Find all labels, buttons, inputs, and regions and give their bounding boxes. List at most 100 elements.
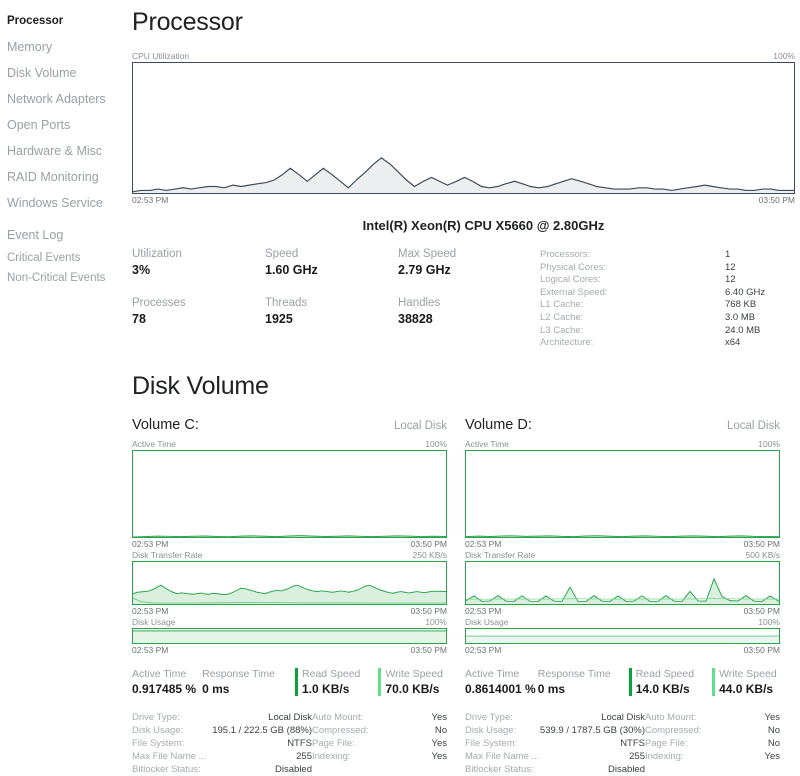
chart-header: Disk Transfer Rate250 KB/s [132,550,447,560]
detail-key: Processors: [540,249,725,262]
chart-start-time: 02:53 PM [132,645,168,656]
chart-footer: 02:53 PM 03:50 PM [465,606,780,617]
stat-value: 3% [132,262,265,279]
cpu-area [133,158,794,193]
volume-card-c: Volume C: Local Disk Active Time 100% 02:… [132,417,447,776]
speed-label: Active Time [132,667,196,681]
speed-active-time: Active Time 0.917485 % [132,667,196,697]
chart-max-label: 100% [773,51,795,61]
read-speed-indicator [295,668,298,696]
chart-end-time: 03:50 PM [411,645,447,656]
stat-value: 2.79 GHz [398,262,531,279]
detail-key: Disk Usage: [465,724,516,737]
detail-key: Auto Mount: [312,711,363,724]
speed-value: 0.917485 % [132,681,196,697]
chart-max-label: 100% [425,617,447,627]
detail-value: Yes [432,750,448,763]
detail-key: Compressed: [312,724,369,737]
detail-value: Local Disk [601,711,645,724]
details-left-column: Drive Type:Local Disk Disk Usage:539.9 /… [465,711,645,776]
chart-footer: 02:53 PM03:50 PM [465,645,780,656]
volume-d-active-time-svg [466,451,779,537]
chart-footer: 02:53 PM 03:50 PM [132,195,795,206]
sidebar-item-disk-volume[interactable]: Disk Volume [0,60,125,86]
chart-label: Disk Usage [132,617,175,627]
sidebar-item-windows-service[interactable]: Windows Service [0,190,125,216]
detail-row: Bitlocker Status: Disabled [465,763,645,776]
detail-value: x64 [725,337,740,350]
detail-row: Disk Usage:539.9 / 1787.5 GB (30%) [465,724,645,737]
volume-d-active-time-plot [465,450,780,538]
detail-value: 3.0 MB [725,312,755,325]
detail-value: 768 KB [725,299,756,312]
speed-value: 44.0 KB/s [719,681,777,697]
speed-write: Write Speed 70.0 KB/s [378,667,443,697]
chart-start-time: 02:53 PM [465,606,501,617]
volume-c-active-time-plot [132,450,447,538]
volume-d-speed-row: Active Time 0.8614001 % Response Time 0 … [465,667,780,697]
cpu-utilization-chart: CPU Utilization 100% 02:53 PM 03:50 PM [132,51,795,206]
speed-label: Read Speed [636,667,694,681]
detail-value: 255 [629,750,645,763]
volume-name: Volume C: [132,417,199,433]
detail-value: Yes [765,711,781,724]
stat-utilization: Utilization 3% [132,247,265,279]
app-window: ⎣ Processor Memory Disk Volume Network A… [0,0,800,776]
detail-key: File System: [465,737,517,750]
sidebar-item-critical-events[interactable]: Critical Events [0,248,125,268]
detail-key: L1 Cache: [540,299,725,312]
chart-max-label: 100% [758,617,780,627]
detail-key: Physical Cores: [540,262,725,275]
detail-key: Indexing: [312,750,351,763]
sidebar-item-open-ports[interactable]: Open Ports [0,112,125,138]
sidebar-item-processor[interactable]: Processor [0,8,125,34]
sidebar-item-label: Network Adapters [7,92,106,106]
page-title: Processor [132,8,795,37]
sidebar-item-network-adapters[interactable]: Network Adapters [0,86,125,112]
detail-key: Auto Mount: [645,711,696,724]
stat-speed: Speed 1.60 GHz [265,247,398,279]
sidebar-item-hardware-misc[interactable]: Hardware & Misc [0,138,125,164]
detail-value: NTFS [620,737,645,750]
disk-volume-title: Disk Volume [132,372,795,401]
stat-value: 38828 [398,311,531,328]
chart-plot-area [132,62,795,194]
sidebar-item-event-log[interactable]: Event Log [0,222,125,248]
stat-label: Max Speed [398,247,531,262]
detail-value: Local Disk [268,711,312,724]
volume-d-transfer-rate-plot [465,561,780,605]
chart-footer: 02:53 PM03:50 PM [132,539,447,550]
cpu-model-name: Intel(R) Xeon(R) CPU X5660 @ 2.80GHz [132,218,795,233]
details-right-column: Auto Mount:Yes Compressed:No Page File:Y… [312,711,447,776]
processor-stats-grid: Utilization 3% Speed 1.60 GHz Max Speed … [132,247,532,350]
detail-value: 195.1 / 222.5 GB (88%) [212,724,312,737]
chart-start-time: 02:53 PM [132,606,168,617]
chart-end-time: 03:50 PM [744,606,780,617]
volume-c-active-time-svg [133,451,446,537]
sidebar-item-label: Windows Service [7,196,103,210]
chart-end-time: 03:50 PM [744,539,780,550]
detail-row: Drive Type:Local Disk [132,711,312,724]
sidebar-item-memory[interactable]: Memory [0,34,125,60]
volume-type: Local Disk [727,420,780,432]
detail-key: Logical Cores: [540,274,725,287]
detail-row: Compressed:No [645,724,780,737]
speed-label: Read Speed [302,667,360,681]
sidebar-item-non-critical-events[interactable]: Non-Critical Events [0,268,125,288]
detail-value: Disabled [608,763,645,776]
speed-value: 1.0 KB/s [302,681,360,697]
chart-start-time: 02:53 PM [465,645,501,656]
detail-key: L3 Cache: [540,325,725,338]
detail-key: Architecture: [540,337,725,350]
sidebar-item-label: Memory [7,40,52,54]
detail-value: No [768,724,780,737]
chart-end-time: 03:50 PM [411,606,447,617]
write-speed-indicator [712,668,715,696]
chart-label: Disk Transfer Rate [465,550,535,560]
chart-footer: 02:53 PM 03:50 PM [132,645,447,656]
sidebar-item-label: Hardware & Misc [7,144,102,158]
speed-label: Active Time [465,667,536,681]
detail-key: Bitlocker Status: [465,763,534,776]
sidebar-item-raid-monitoring[interactable]: RAID Monitoring [0,164,125,190]
detail-row: Logical Cores:12 [540,274,795,287]
